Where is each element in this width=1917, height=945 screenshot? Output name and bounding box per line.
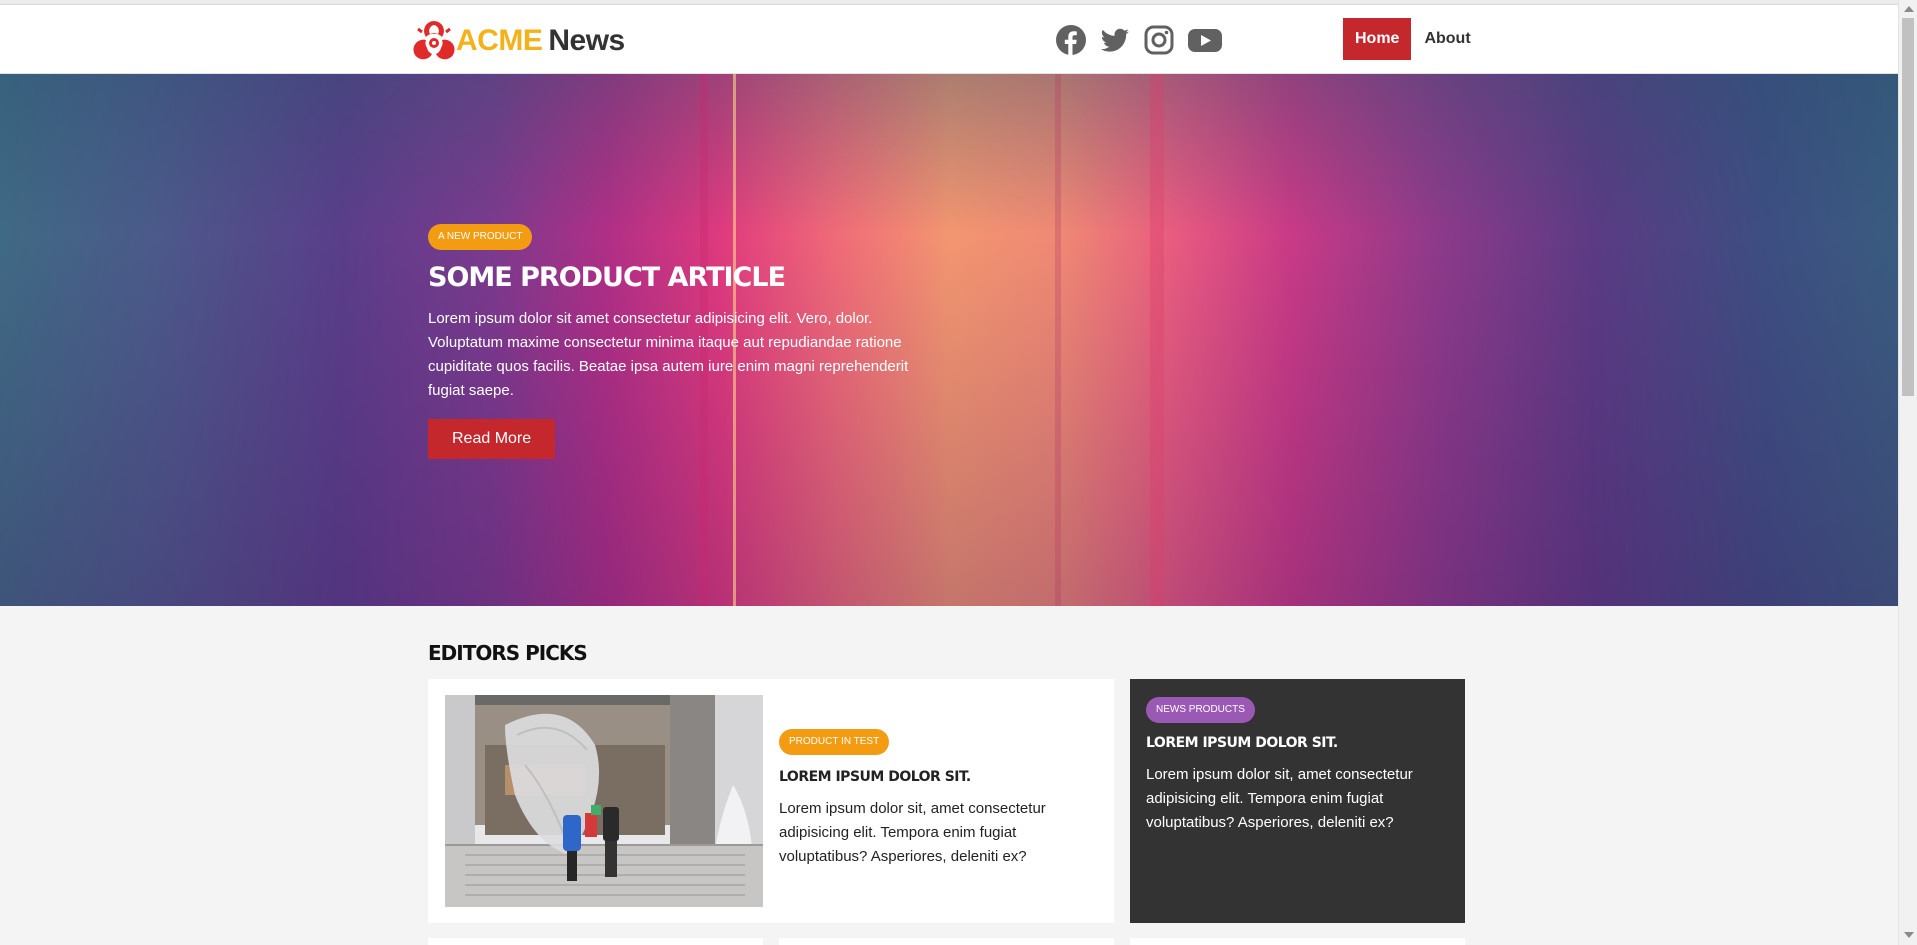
card-text: Lorem ipsum dolor sit, amet consectetur …	[779, 800, 1046, 865]
read-more-button[interactable]: Read More	[428, 419, 556, 459]
hero-dark-streak	[1055, 74, 1061, 606]
nav-home-link[interactable]: Home	[1343, 18, 1412, 60]
card-category-tag[interactable]: NEWS PRODUCTS	[1146, 697, 1255, 723]
logo-acme-text: ACME	[456, 24, 543, 57]
hero-dark-streak	[1150, 74, 1164, 606]
editors-pick-dark-card-body: NEWS PRODUCTS LOREM IPSUM DOLOR SIT. Lor…	[1146, 697, 1451, 835]
hero-content: A NEW PRODUCT SOME PRODUCT ARTICLE Lorem…	[428, 224, 948, 459]
social-links	[1055, 24, 1223, 56]
site-logo[interactable]: ACME News	[412, 19, 625, 63]
card-title[interactable]: LOREM IPSUM DOLOR SIT.	[779, 769, 1099, 785]
hero-category-tag[interactable]: A NEW PRODUCT	[428, 224, 533, 250]
site-header: ACME News Home About	[0, 5, 1898, 74]
hero-overlay	[0, 74, 1898, 606]
next-row-card-edge	[779, 938, 1114, 945]
main-nav: Home About	[1343, 18, 1471, 60]
card-category-tag[interactable]: PRODUCT IN TEST	[779, 729, 890, 755]
biohazard-logo-icon	[413, 21, 455, 60]
next-row-card-edge	[428, 938, 763, 945]
editors-pick-card[interactable]: PRODUCT IN TEST LOREM IPSUM DOLOR SIT. L…	[428, 679, 1114, 923]
next-row-card-edge	[1130, 938, 1465, 945]
card-title[interactable]: LOREM IPSUM DOLOR SIT.	[1146, 735, 1451, 751]
hero-banner: A NEW PRODUCT SOME PRODUCT ARTICLE Lorem…	[0, 74, 1898, 606]
page-scrollbar[interactable]	[1898, 0, 1917, 945]
nav-about-link[interactable]: About	[1424, 18, 1470, 60]
scroll-up-arrow-icon[interactable]	[1904, 6, 1914, 12]
hero-text: Lorem ipsum dolor sit amet consectetur a…	[428, 310, 909, 399]
editors-pick-dark-card[interactable]: NEWS PRODUCTS LOREM IPSUM DOLOR SIT. Lor…	[1130, 679, 1465, 923]
editors-pick-card-body: PRODUCT IN TEST LOREM IPSUM DOLOR SIT. L…	[779, 729, 1099, 869]
twitter-icon[interactable]	[1099, 24, 1131, 56]
scrollbar-thumb[interactable]	[1902, 18, 1914, 396]
instagram-icon[interactable]	[1143, 24, 1175, 56]
logo-news-text: News	[548, 24, 625, 57]
editors-picks-title: EDITORS PICKS	[428, 641, 588, 665]
youtube-icon[interactable]	[1187, 24, 1223, 56]
balloon-launch-photo	[445, 695, 763, 907]
scroll-down-arrow-icon[interactable]	[1904, 932, 1914, 938]
card-text: Lorem ipsum dolor sit, amet consectetur …	[1146, 766, 1413, 831]
hero-title: SOME PRODUCT ARTICLE	[428, 262, 786, 293]
facebook-icon[interactable]	[1055, 24, 1087, 56]
